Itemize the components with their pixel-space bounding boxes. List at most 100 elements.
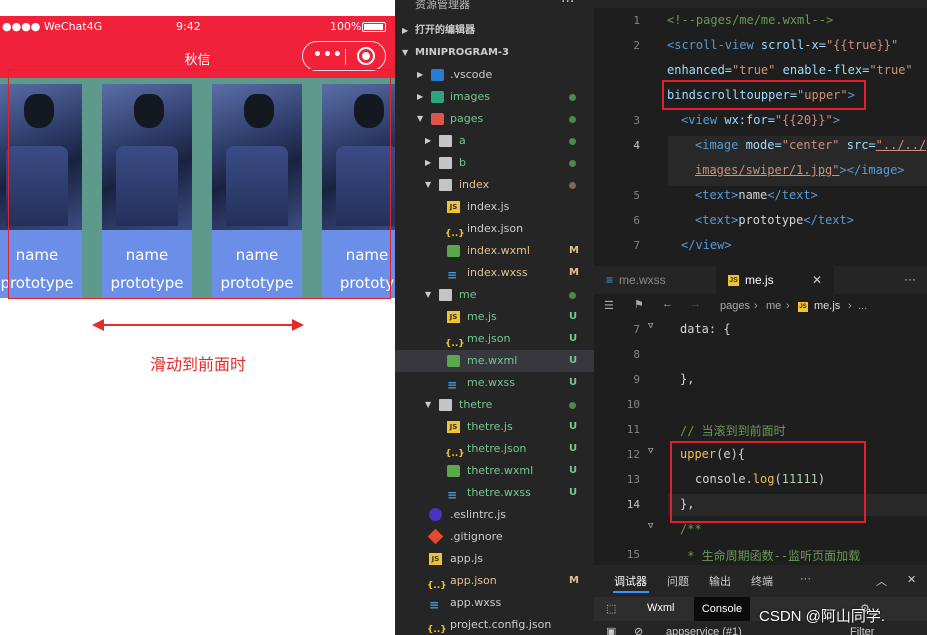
fold-chevron-icon[interactable]: ▽ (648, 321, 653, 331)
tree-item-label: index.json (467, 222, 524, 235)
project-section[interactable]: ▼ MINIPROGRAM-3 (395, 42, 594, 64)
js-file-icon: JS (447, 201, 460, 213)
line-number: 12 (626, 448, 640, 461)
tree-file-me-wxml[interactable]: me.wxml U (395, 350, 594, 372)
tab-debugger[interactable]: 调试器 (614, 573, 647, 589)
tree-file-me-js[interactable]: JS me.js U (395, 306, 594, 328)
tree-item-label: .gitignore (450, 530, 503, 543)
tree-file-app-wxss[interactable]: ≡ app.wxss (395, 592, 594, 614)
fold-chevron-icon[interactable]: ▽ (648, 521, 653, 531)
code-line-close: }, (680, 372, 695, 386)
folder-icon (439, 135, 452, 147)
line-number: 4 (633, 139, 640, 152)
tree-item-label: thetre.json (467, 442, 527, 455)
breadcrumb-item[interactable]: me.js (814, 300, 840, 312)
tree-folder-thetre[interactable]: ▼ thetre (395, 394, 594, 416)
tree-file-index-wxml[interactable]: index.wxml M (395, 240, 594, 262)
code-line-text-name: <text>name</text> (695, 188, 818, 202)
watermark-text: CSDN @阿山同学. (759, 608, 886, 625)
tree-file-app-json[interactable]: {..} app.json M (395, 570, 594, 592)
bookmark-icon[interactable]: ⚑ (634, 298, 644, 311)
tree-file-thetre-js[interactable]: JS thetre.js U (395, 416, 594, 438)
tree-file-me-json[interactable]: {..} me.json U (395, 328, 594, 350)
breadcrumb-item[interactable]: ... (858, 300, 867, 312)
chevron-right-icon: ▶ (425, 158, 432, 167)
tree-folder-vscode[interactable]: ▶ .vscode (395, 64, 594, 86)
annotation-caption: 滑动到前面时 (150, 355, 247, 374)
tree-file-gitignore[interactable]: .gitignore (395, 526, 594, 548)
git-status-badge: U (569, 421, 578, 432)
git-status-badge: M (569, 245, 579, 256)
tree-folder-pages[interactable]: ▼ pages (395, 108, 594, 130)
tree-file-thetre-wxss[interactable]: ≡ thetre.wxss U (395, 482, 594, 504)
tree-folder-me[interactable]: ▼ me (395, 284, 594, 306)
code-line-image-src: images/swiper/1.jpg"></image> (695, 163, 905, 177)
more-menu-button[interactable]: ••• (313, 47, 343, 63)
tab-terminal[interactable]: 终端 (751, 573, 773, 589)
filter-input[interactable]: Filter (850, 626, 874, 635)
wxml-editor[interactable]: 1 2 3 4 5 6 7 <!--pages/me/me.wxml--> <s… (594, 8, 927, 264)
chevron-right-icon: ▶ (425, 136, 432, 145)
line-number: 11 (626, 423, 640, 436)
tab-me-wxss[interactable]: ≡ me.wxss (606, 266, 666, 294)
tree-folder-images[interactable]: ▶ images (395, 86, 594, 108)
fold-chevron-icon[interactable]: ▽ (648, 446, 653, 456)
code-comment: * 生命周期函数--监听页面加载 (680, 549, 861, 563)
more-actions-icon[interactable]: ··· (904, 272, 916, 286)
tab-wxml[interactable]: Wxml (647, 602, 675, 614)
clear-console-icon[interactable]: ⊘ (634, 625, 643, 635)
tree-folder-index[interactable]: ▼ index (395, 174, 594, 196)
tree-file-me-wxss[interactable]: ≡ me.wxss U (395, 372, 594, 394)
tab-problems[interactable]: 问题 (667, 573, 689, 589)
json-file-icon: {..} (427, 625, 447, 635)
chevron-up-icon[interactable]: ︿ (876, 573, 887, 589)
back-arrow-icon[interactable]: ← (662, 298, 673, 310)
code-token: src= (839, 138, 876, 152)
tree-file-app-js[interactable]: JS app.js (395, 548, 594, 570)
git-status-badge: U (569, 333, 578, 344)
breadcrumb-item[interactable]: pages (720, 300, 750, 312)
git-status-dot (569, 138, 576, 145)
close-mini-program-button[interactable] (357, 47, 375, 65)
wxss-file-icon: ≡ (447, 268, 458, 282)
chevron-down-icon: ▼ (425, 290, 432, 299)
open-editors-section[interactable]: ▶ 打开的编辑器 (395, 20, 594, 42)
battery-percentage: 100% (330, 20, 362, 33)
split-editor-icon[interactable]: ☰ (604, 299, 614, 312)
chevron-right-icon: ▶ (417, 70, 424, 79)
sidebar-toggle-icon[interactable]: ▣ (606, 625, 616, 635)
tab-output[interactable]: 输出 (709, 573, 731, 589)
tree-file-eslintrc[interactable]: .eslintrc.js (395, 504, 594, 526)
mini-program-capsule: ••• (302, 41, 386, 71)
tab-console[interactable]: Console (694, 597, 750, 621)
tree-file-index-wxss[interactable]: ≡ index.wxss M (395, 262, 594, 284)
forward-arrow-icon[interactable]: → (690, 298, 701, 310)
tree-file-project-config[interactable]: {..} project.config.json (395, 614, 594, 635)
pages-folder-icon (431, 113, 444, 125)
chevron-down-icon: ▼ (425, 180, 432, 189)
tree-folder-a[interactable]: ▶ a (395, 130, 594, 152)
tree-folder-b[interactable]: ▶ b (395, 152, 594, 174)
breadcrumb-item[interactable]: me (766, 300, 781, 312)
bindscrolltoupper-highlight-box (662, 80, 866, 110)
line-number: 14 (626, 498, 640, 511)
tab-me-js[interactable]: JS me.js ✕ (716, 266, 834, 294)
inspect-icon[interactable]: ⬚ (606, 602, 616, 615)
tree-item-label: .vscode (450, 68, 493, 81)
tree-file-thetre-wxml[interactable]: thetre.wxml U (395, 460, 594, 482)
git-status-dot (569, 160, 576, 167)
tree-file-index-js[interactable]: JS index.js (395, 196, 594, 218)
line-number: 8 (633, 348, 640, 361)
close-icon[interactable]: ✕ (812, 266, 822, 294)
git-status-badge: U (569, 377, 578, 388)
close-icon[interactable]: ✕ (907, 573, 916, 586)
tree-item-label: index.js (467, 200, 510, 213)
explorer-more-button[interactable]: ··· (561, 0, 574, 10)
context-selector[interactable]: appservice (#1) (666, 626, 742, 635)
more-actions-icon[interactable]: ··· (800, 573, 811, 585)
chevron-right-icon: ▶ (402, 26, 409, 35)
code-token: > (832, 113, 840, 127)
tree-file-index-json[interactable]: {..} index.json (395, 218, 594, 240)
tree-file-thetre-json[interactable]: {..} thetre.json U (395, 438, 594, 460)
js-file-icon: JS (447, 421, 460, 433)
